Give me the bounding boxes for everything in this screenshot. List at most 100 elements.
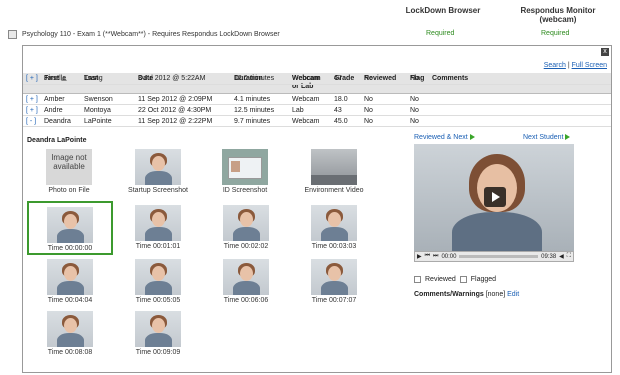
exam-row[interactable]: Psychology 110 - Exam 1 (**Webcam**) - R… <box>8 27 612 41</box>
webcam-frame <box>135 205 181 241</box>
cell-webcam: Webcam <box>289 115 331 127</box>
table-row[interactable]: [ - ] Deandra LaPointe 11 Sep 2012 @ 2:2… <box>23 115 611 127</box>
cell-first: Andre <box>41 104 81 116</box>
full-screen-link[interactable]: Full Screen <box>572 62 607 69</box>
webcam-frame <box>47 311 93 347</box>
frame-thumb[interactable]: Time 00:03:03 <box>299 205 369 250</box>
lockdown-status: Required <box>426 30 455 37</box>
table-row[interactable]: [ + ] Amber Swenson 11 Sep 2012 @ 2:09PM… <box>23 93 611 105</box>
frame-thumb-selected[interactable]: Time 00:00:00 <box>27 201 113 255</box>
cell-duration: 12.5 minutes <box>231 104 289 116</box>
cell-grade: 45.0 <box>331 115 361 127</box>
fullscreen-icon[interactable]: ⛶ <box>567 253 571 260</box>
cell-last: Montoya <box>81 104 135 116</box>
student-detail: Deandra LaPointe Image not available Pho… <box>23 131 611 361</box>
cell-grade: 47 <box>331 73 361 85</box>
cell-webcam: Lab <box>289 104 331 116</box>
video-controls: ▶ ⏮ ⏭ 00:00 09:38 ◀ ⛶ <box>414 251 574 262</box>
expand-button[interactable]: [ + ] <box>23 104 41 116</box>
cell-last: Swenson <box>81 93 135 105</box>
thumb-label: Time 00:09:09 <box>135 349 181 356</box>
cell-comments <box>429 93 611 105</box>
cell-first: Deandra <box>41 115 81 127</box>
cell-duration: 12.0 minutes <box>231 73 289 85</box>
review-checks: Reviewed Flagged <box>414 276 496 283</box>
frame-thumb[interactable]: Time 00:05:05 <box>123 259 193 304</box>
skip-back-icon[interactable]: ⏮ <box>425 253 430 260</box>
frame-thumb[interactable]: Time 00:02:02 <box>211 205 281 250</box>
webcam-frame <box>135 311 181 347</box>
cell-reviewed: No <box>361 115 407 127</box>
cell-comments <box>429 73 611 85</box>
volume-icon[interactable]: ◀ <box>559 253 564 260</box>
total-time: 09:38 <box>541 253 557 260</box>
webcam-frame <box>311 259 357 295</box>
table-row[interactable]: [ + ] Janelle Tsang 3 Jul 2012 @ 5:22AM … <box>23 73 611 85</box>
frame-thumb[interactable]: Time 00:06:06 <box>211 259 281 304</box>
thumb-label: ID Screenshot <box>222 187 268 194</box>
close-icon[interactable]: x <box>601 48 609 56</box>
expand-button[interactable]: [ + ] <box>23 93 41 105</box>
exam-icon <box>8 29 17 39</box>
table-row[interactable]: [ + ] Andre Montoya 22 Oct 2012 @ 4:30PM… <box>23 104 611 116</box>
play-icon[interactable] <box>484 187 506 207</box>
cell-date: 3 Jul 2012 @ 5:22AM <box>135 73 231 85</box>
arrow-right-icon <box>469 134 475 141</box>
environment-frame <box>311 149 357 185</box>
id-card-frame <box>222 149 268 185</box>
startup-screenshot-thumb[interactable]: Startup Screenshot <box>123 149 193 194</box>
seek-bar[interactable] <box>459 255 539 258</box>
webcam-frame <box>135 259 181 295</box>
thumb-label: Time 00:02:02 <box>223 243 269 250</box>
cell-comments <box>429 115 611 127</box>
thumb-label: Time 00:03:03 <box>311 243 357 250</box>
thumb-label: Time 00:07:07 <box>311 297 357 304</box>
cell-flag: No <box>407 104 429 116</box>
students-table-continued: [ + ] Janelle Tsang 3 Jul 2012 @ 5:22AM … <box>23 73 611 85</box>
skip-forward-icon[interactable]: ⏭ <box>433 253 438 260</box>
webcam-frame <box>223 259 269 295</box>
cell-grade: 43 <box>331 104 361 116</box>
environment-video-thumb[interactable]: Environment Video <box>299 149 369 194</box>
frame-thumb[interactable]: Time 00:07:07 <box>299 259 369 304</box>
play-control-icon[interactable]: ▶ <box>417 253 422 260</box>
id-screenshot-thumb[interactable]: ID Screenshot <box>213 149 277 194</box>
collapse-button[interactable]: [ - ] <box>23 115 41 127</box>
search-link[interactable]: Search <box>544 62 566 69</box>
reviewed-next-link[interactable]: Reviewed & Next <box>414 134 475 141</box>
comments-value: [none] <box>485 291 506 298</box>
monitor-column-header: Respondus Monitor (webcam) <box>520 6 596 24</box>
cell-first: Amber <box>41 93 81 105</box>
next-student-link[interactable]: Next Student <box>523 134 571 141</box>
frame-thumb[interactable]: Time 00:08:08 <box>35 311 105 356</box>
cell-reviewed: No <box>361 93 407 105</box>
top-bar: LockDown Browser Respondus Monitor (webc… <box>0 0 620 46</box>
thumb-label: Time 00:01:01 <box>135 243 181 250</box>
image-not-available: Image not available <box>46 149 92 185</box>
photo-on-file-thumb[interactable]: Image not available Photo on File <box>39 149 99 194</box>
cell-last: LaPointe <box>81 115 135 127</box>
cell-duration: 4.1 minutes <box>231 93 289 105</box>
edit-link[interactable]: Edit <box>507 291 519 298</box>
cell-flag: No <box>407 73 429 85</box>
cell-webcam: Webcam <box>289 73 331 85</box>
cell-last: Tsang <box>81 73 135 85</box>
frame-thumb[interactable]: Time 00:01:01 <box>123 205 193 250</box>
exam-title[interactable]: Psychology 110 - Exam 1 (**Webcam**) - R… <box>22 31 280 38</box>
cell-reviewed: No <box>361 73 407 85</box>
reviewed-checkbox[interactable] <box>414 276 421 283</box>
video-player[interactable] <box>414 144 574 251</box>
thumb-label: Startup Screenshot <box>128 187 188 194</box>
frame-thumb[interactable]: Time 00:04:04 <box>35 259 105 304</box>
webcam-frame <box>135 149 181 185</box>
cell-webcam: Webcam <box>289 93 331 105</box>
webcam-frame <box>47 207 93 243</box>
lockdown-column-header: LockDown Browser <box>405 6 481 15</box>
comments-warnings: Comments/Warnings [none] Edit <box>414 291 519 298</box>
current-time: 00:00 <box>441 253 457 260</box>
cell-flag: No <box>407 93 429 105</box>
frame-thumb[interactable]: Time 00:09:09 <box>123 311 193 356</box>
flagged-checkbox[interactable] <box>459 276 467 283</box>
thumb-label: Photo on File <box>48 187 90 194</box>
expand-button[interactable]: [ + ] <box>23 73 41 85</box>
